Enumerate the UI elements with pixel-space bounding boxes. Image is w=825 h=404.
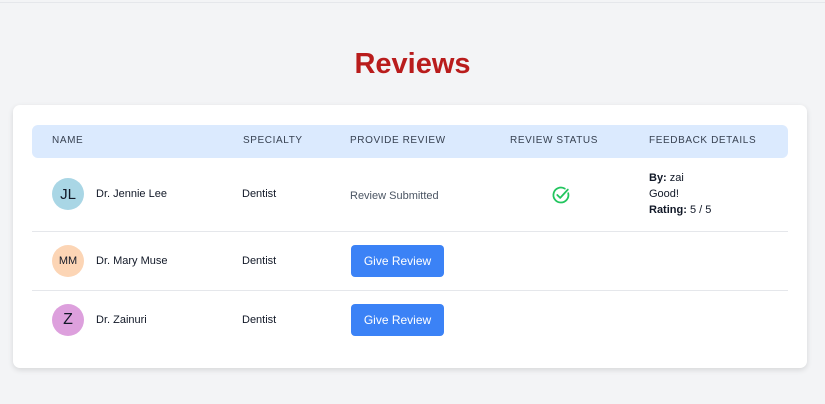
feedback-rating: Rating: 5 / 5	[649, 202, 711, 218]
avatar: Z	[52, 304, 84, 336]
feedback-by-value: zai	[669, 172, 684, 184]
page-title: Reviews	[354, 48, 471, 80]
avatar: MM	[52, 245, 84, 277]
header-provide-review: Provide Review	[350, 135, 446, 146]
feedback-by-label: By:	[649, 172, 667, 184]
table-row: JL Dr. Jennie Lee Dentist Review Submitt…	[32, 158, 788, 232]
specialty: Dentist	[242, 188, 277, 200]
reviews-table: Name Specialty Provide Review Review Sta…	[32, 125, 788, 350]
feedback-comment: Good!	[649, 188, 679, 200]
avatar: JL	[52, 178, 84, 210]
check-circle-icon	[552, 186, 570, 204]
doctor-name: Dr. Zainuri	[96, 314, 147, 326]
header-feedback-details: Feedback Details	[649, 135, 757, 146]
doctor-name: Dr. Jennie Lee	[96, 188, 167, 200]
header-name: Name	[52, 135, 84, 146]
feedback-rating-label: Rating:	[649, 204, 687, 216]
table-row: MM Dr. Mary Muse Dentist Give Review	[32, 232, 788, 291]
top-divider	[0, 2, 825, 3]
feedback-by: By: zai	[649, 170, 711, 186]
review-submitted-text: Review Submitted	[350, 190, 439, 202]
give-review-button[interactable]: Give Review	[351, 245, 444, 277]
give-review-button[interactable]: Give Review	[351, 304, 444, 336]
feedback-rating-value: 5 / 5	[689, 204, 712, 216]
table-header: Name Specialty Provide Review Review Sta…	[32, 125, 788, 158]
table-row: Z Dr. Zainuri Dentist Give Review	[32, 291, 788, 350]
doctor-name: Dr. Mary Muse	[96, 255, 168, 267]
specialty: Dentist	[242, 314, 277, 326]
header-specialty: Specialty	[243, 135, 303, 146]
header-review-status: Review Status	[510, 135, 598, 146]
reviews-card: Name Specialty Provide Review Review Sta…	[13, 105, 807, 368]
feedback-details: By: zai Good! Rating: 5 / 5	[649, 170, 711, 218]
specialty: Dentist	[242, 255, 277, 267]
